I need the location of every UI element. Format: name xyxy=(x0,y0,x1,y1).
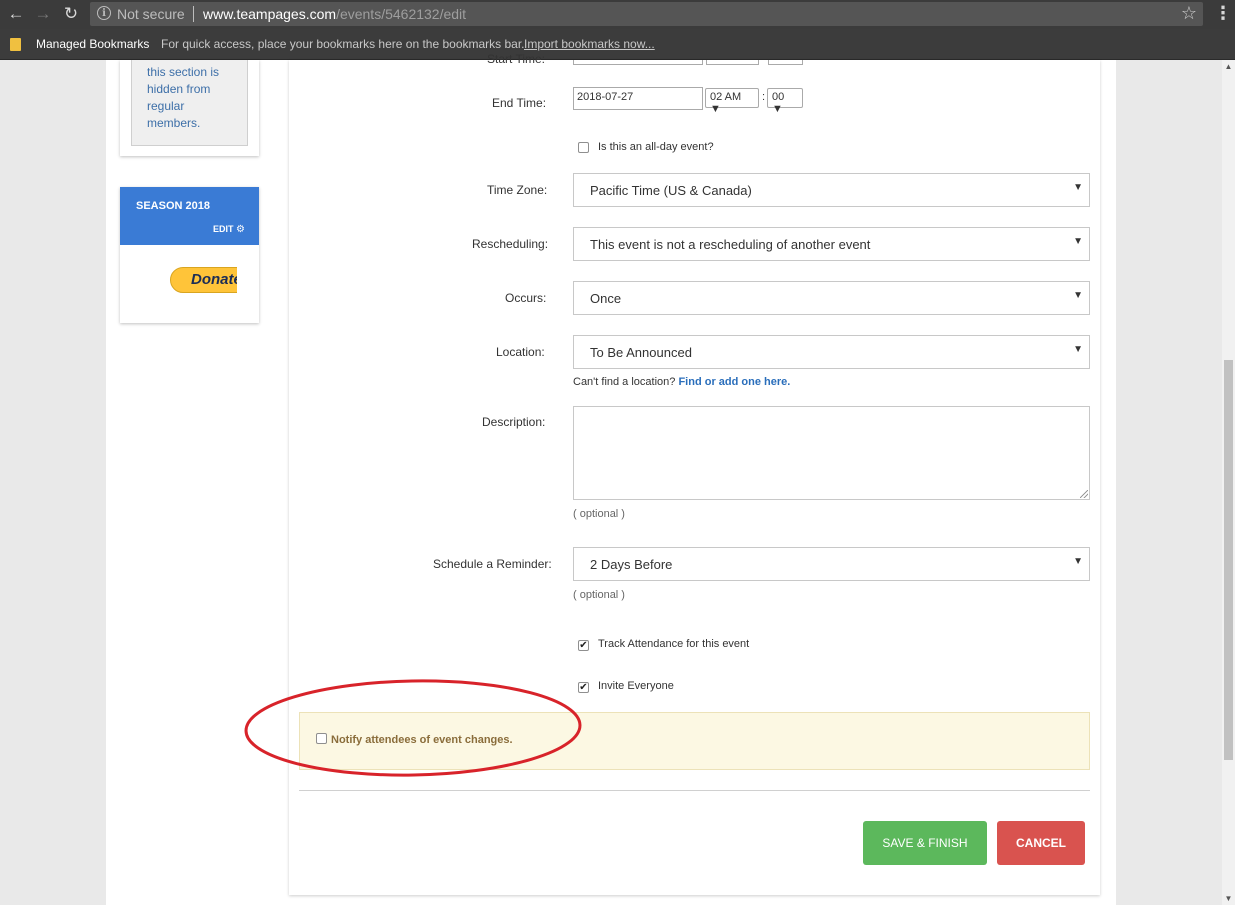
end-minute-select[interactable]: 00 ▼ xyxy=(767,88,803,115)
end-minute-value: 00 xyxy=(772,91,785,103)
address-bar[interactable]: i Not secure www.teampages.com/events/54… xyxy=(90,2,1203,26)
form-divider xyxy=(299,790,1090,791)
hidden-section-note: this section is hidden from regular memb… xyxy=(131,60,248,146)
start-hour-select[interactable] xyxy=(706,60,759,65)
reminder-select[interactable]: 2 Days Before ▼ xyxy=(573,547,1090,581)
reminder-label: Schedule a Reminder: xyxy=(433,557,552,571)
hidden-note-text: this section is hidden from regular memb… xyxy=(147,65,220,130)
rescheduling-select[interactable]: This event is not a rescheduling of anot… xyxy=(573,227,1090,261)
season-title: SEASON 2018 xyxy=(136,200,210,212)
resize-grip-icon[interactable] xyxy=(1080,490,1088,498)
season-header: SEASON 2018 EDIT ⚙ xyxy=(120,187,259,245)
location-help: Can't find a location? Find or add one h… xyxy=(573,376,790,388)
season-card: SEASON 2018 EDIT ⚙ Donate xyxy=(120,187,259,323)
annotation-ellipse xyxy=(244,679,582,777)
season-edit-button[interactable]: EDIT ⚙ xyxy=(213,224,245,235)
end-hour-select[interactable]: 02 AM ▼ xyxy=(705,88,759,115)
url-text[interactable]: www.teampages.com/events/5462132/edit xyxy=(203,6,466,22)
cancel-button[interactable]: CANCEL xyxy=(997,821,1085,865)
occurs-select[interactable]: Once ▼ xyxy=(573,281,1090,315)
security-status: Not secure xyxy=(117,6,185,22)
rescheduling-value: This event is not a rescheduling of anot… xyxy=(590,237,871,252)
folder-icon xyxy=(10,38,21,51)
dropdown-arrow-icon: ▼ xyxy=(1073,182,1083,193)
end-date-input[interactable]: 2018-07-27 xyxy=(573,87,703,110)
scrollbar[interactable]: ▲ ▼ xyxy=(1222,60,1235,905)
timezone-value: Pacific Time (US & Canada) xyxy=(590,183,752,198)
location-value: To Be Announced xyxy=(590,345,692,360)
donate-label: Donate xyxy=(191,271,237,288)
donate-button[interactable]: Donate xyxy=(170,267,237,293)
reminder-optional-hint: ( optional ) xyxy=(573,589,625,601)
track-attendance-checkbox[interactable]: ✔ xyxy=(578,640,589,651)
description-textarea[interactable] xyxy=(573,406,1090,500)
bookmark-star-icon[interactable]: ☆ xyxy=(1181,3,1197,24)
season-edit-label: EDIT xyxy=(213,224,234,234)
managed-bookmarks[interactable]: Managed Bookmarks xyxy=(36,37,149,51)
start-time-label: Start Time: xyxy=(487,52,545,66)
rescheduling-label: Rescheduling: xyxy=(472,237,549,251)
address-separator xyxy=(193,6,194,22)
dropdown-arrow-icon: ▼ xyxy=(1073,344,1083,355)
import-bookmarks-link[interactable]: Import bookmarks now... xyxy=(524,37,655,51)
find-location-link[interactable]: Find or add one here. xyxy=(678,376,790,388)
browser-toolbar: ← → ↻ i Not secure www.teampages.com/eve… xyxy=(0,0,1235,29)
scroll-down-arrow-icon[interactable]: ▼ xyxy=(1222,894,1235,903)
start-time-label-text: Start Time: xyxy=(487,52,546,66)
info-icon[interactable]: i xyxy=(97,6,111,20)
time-separator: : xyxy=(762,91,766,103)
location-help-text: Can't find a location? xyxy=(573,376,676,388)
occurs-label: Occurs: xyxy=(505,291,547,305)
reload-icon[interactable]: ↻ xyxy=(60,3,82,25)
dropdown-arrow-icon: ▼ xyxy=(772,103,783,115)
end-time-label: End Time: xyxy=(492,96,547,110)
scroll-up-arrow-icon[interactable]: ▲ xyxy=(1222,62,1235,71)
gear-icon: ⚙ xyxy=(236,224,245,235)
dropdown-arrow-icon: ▼ xyxy=(1073,290,1083,301)
bookmarks-bar: Managed Bookmarks For quick access, plac… xyxy=(0,29,1235,60)
bookmarks-hint: For quick access, place your bookmarks h… xyxy=(161,37,525,51)
all-day-label: Is this an all-day event? xyxy=(598,141,714,153)
dropdown-arrow-icon: ▼ xyxy=(710,103,721,115)
browser-menu-icon[interactable]: ⋮ xyxy=(1214,3,1232,24)
forward-arrow-icon[interactable]: → xyxy=(32,3,54,25)
dropdown-arrow-icon: ▼ xyxy=(1073,236,1083,247)
url-host: www.teampages.com xyxy=(203,6,337,22)
location-label: Location: xyxy=(496,345,545,359)
description-label: Description: xyxy=(482,415,546,429)
location-select[interactable]: To Be Announced ▼ xyxy=(573,335,1090,369)
description-optional-hint: ( optional ) xyxy=(573,508,625,520)
dropdown-arrow-icon: ▼ xyxy=(1073,556,1083,567)
url-path: /events/5462132/edit xyxy=(336,6,467,22)
reminder-value: 2 Days Before xyxy=(590,557,673,572)
start-date-input[interactable] xyxy=(573,60,703,65)
all-day-checkbox[interactable] xyxy=(578,142,589,153)
invite-everyone-label: Invite Everyone xyxy=(598,680,674,692)
end-hour-value: 02 AM xyxy=(710,91,742,103)
occurs-value: Once xyxy=(590,291,622,306)
scrollbar-thumb[interactable] xyxy=(1224,360,1233,760)
browser-chrome: ← → ↻ i Not secure www.teampages.com/eve… xyxy=(0,0,1235,60)
track-attendance-label: Track Attendance for this event xyxy=(598,638,750,650)
start-minute-select[interactable] xyxy=(768,60,803,65)
timezone-label: Time Zone: xyxy=(487,183,548,197)
back-arrow-icon[interactable]: ← xyxy=(5,3,27,25)
timezone-select[interactable]: Pacific Time (US & Canada) ▼ xyxy=(573,173,1090,207)
save-finish-button[interactable]: SAVE & FINISH xyxy=(863,821,987,865)
